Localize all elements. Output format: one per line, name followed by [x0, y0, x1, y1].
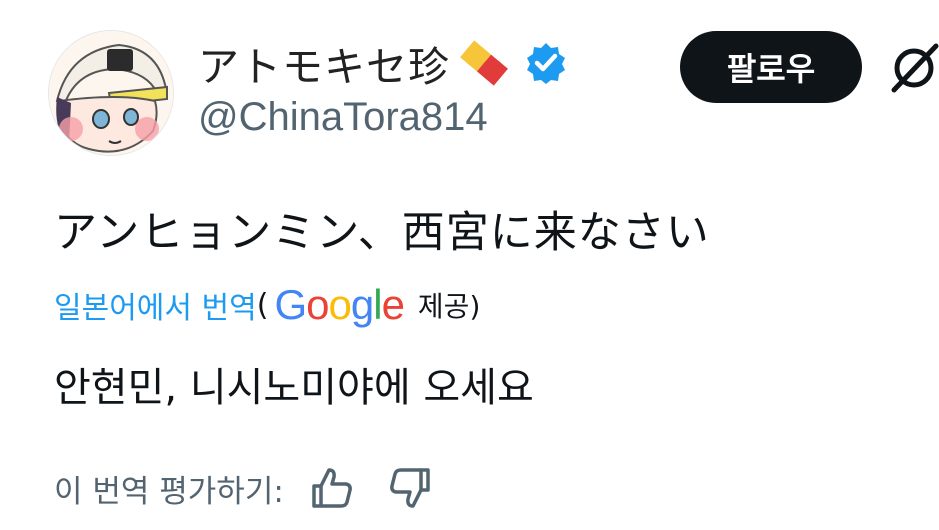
translated-from-link[interactable]: 일본어에서 번역 — [54, 283, 257, 327]
verified-badge-icon[interactable] — [524, 41, 568, 85]
translation-attribution: 일본어에서 번역 ( Google 제공) — [54, 280, 480, 330]
rate-translation-label: 이 번역 평가하기: — [54, 473, 284, 510]
author-handle[interactable]: @ChinaTora814 — [198, 95, 488, 140]
thumbs-down-icon[interactable] — [388, 466, 432, 510]
paren-open: ( — [256, 287, 269, 323]
translated-text: 안현민, 니시노미야에 오세요 — [54, 365, 534, 411]
provided-by-label: 제공) — [417, 290, 481, 323]
follow-button[interactable]: 팔로우 — [680, 31, 862, 103]
thumbs-up-icon[interactable] — [310, 466, 354, 510]
author-name-row[interactable]: アトモキセ珍 — [198, 30, 568, 96]
google-logo: Google — [274, 281, 404, 328]
author-display-name[interactable]: アトモキセ珍 — [198, 33, 450, 93]
avatar[interactable] — [48, 30, 174, 156]
grok-icon[interactable] — [888, 40, 939, 94]
rate-translation: 이 번역 평가하기: — [54, 462, 432, 514]
tweet-text: アンヒョンミン、西宮に来なさい — [54, 208, 710, 258]
pill-icon — [460, 40, 508, 86]
avatar-illustration — [49, 31, 173, 155]
